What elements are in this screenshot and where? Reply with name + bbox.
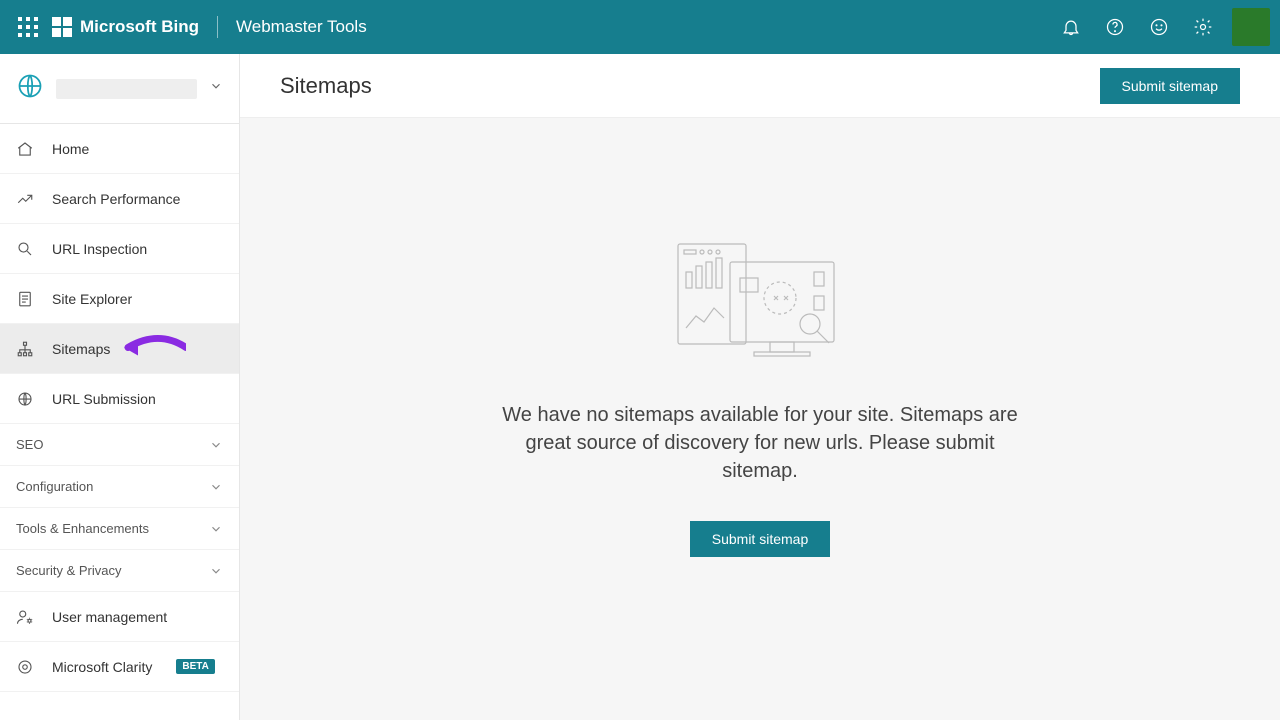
- site-name-redacted: [56, 79, 197, 99]
- user-gear-icon: [16, 608, 34, 626]
- sidebar: Home Search Performance URL Inspection S…: [0, 54, 240, 720]
- page-title: Sitemaps: [280, 73, 372, 99]
- chevron-down-icon: [209, 522, 223, 536]
- chevron-down-icon: [209, 79, 223, 98]
- avatar[interactable]: [1232, 8, 1270, 46]
- settings-icon[interactable]: [1184, 8, 1222, 46]
- sidebar-item-site-explorer[interactable]: Site Explorer: [0, 274, 239, 324]
- main-content: Sitemaps Submit sitemap: [240, 54, 1280, 720]
- sidebar-item-label: URL Submission: [52, 391, 156, 407]
- sidebar-item-label: Sitemaps: [52, 341, 110, 357]
- sidebar-section-label: Tools & Enhancements: [16, 521, 149, 536]
- sidebar-item-home[interactable]: Home: [0, 124, 239, 174]
- topbar: Microsoft Bing Webmaster Tools: [0, 0, 1280, 54]
- sidebar-section-label: SEO: [16, 437, 43, 452]
- brand-subtitle: Webmaster Tools: [236, 17, 367, 37]
- brand-link[interactable]: Microsoft Bing: [52, 17, 199, 37]
- sidebar-item-url-submission[interactable]: URL Submission: [0, 374, 239, 424]
- sidebar-item-label: Microsoft Clarity: [52, 659, 152, 675]
- globe-small-icon: [16, 390, 34, 408]
- page-header: Sitemaps Submit sitemap: [240, 54, 1280, 118]
- sidebar-section-security[interactable]: Security & Privacy: [0, 550, 239, 592]
- sidebar-item-clarity[interactable]: Microsoft Clarity BETA: [0, 642, 239, 692]
- chevron-down-icon: [209, 480, 223, 494]
- sidebar-item-url-inspection[interactable]: URL Inspection: [0, 224, 239, 274]
- notifications-icon[interactable]: [1052, 8, 1090, 46]
- chevron-down-icon: [209, 564, 223, 578]
- clarity-icon: [16, 658, 34, 676]
- sidebar-section-label: Configuration: [16, 479, 93, 494]
- help-icon[interactable]: [1096, 8, 1134, 46]
- home-icon: [16, 140, 34, 158]
- sidebar-item-search-performance[interactable]: Search Performance: [0, 174, 239, 224]
- sitemap-icon: [16, 340, 34, 358]
- search-icon: [16, 240, 34, 258]
- sidebar-item-sitemaps[interactable]: Sitemaps: [0, 324, 239, 374]
- sidebar-item-label: Site Explorer: [52, 291, 132, 307]
- sidebar-item-label: User management: [52, 609, 167, 625]
- topbar-right: [1052, 8, 1270, 46]
- site-selector[interactable]: [0, 54, 239, 124]
- document-icon: [16, 290, 34, 308]
- chevron-down-icon: [209, 438, 223, 452]
- brand-text: Microsoft Bing: [80, 17, 199, 37]
- sidebar-item-label: Home: [52, 141, 89, 157]
- sidebar-item-label: Search Performance: [52, 191, 180, 207]
- microsoft-logo-icon: [52, 17, 72, 37]
- sidebar-section-seo[interactable]: SEO: [0, 424, 239, 466]
- empty-state-message: We have no sitemaps available for your s…: [500, 401, 1020, 485]
- beta-badge: BETA: [176, 659, 214, 674]
- empty-state-submit-button[interactable]: Submit sitemap: [690, 521, 830, 557]
- sidebar-item-label: URL Inspection: [52, 241, 147, 257]
- app-launcher-icon[interactable]: [18, 17, 38, 37]
- sidebar-section-configuration[interactable]: Configuration: [0, 466, 239, 508]
- submit-sitemap-button[interactable]: Submit sitemap: [1100, 68, 1240, 104]
- annotation-arrow-icon: [108, 331, 186, 366]
- sidebar-section-label: Security & Privacy: [16, 563, 121, 578]
- divider: [217, 16, 218, 38]
- sidebar-item-user-management[interactable]: User management: [0, 592, 239, 642]
- feedback-icon[interactable]: [1140, 8, 1178, 46]
- trend-icon: [16, 190, 34, 208]
- empty-state-illustration-icon: [670, 238, 850, 373]
- empty-state: We have no sitemaps available for your s…: [240, 118, 1280, 720]
- sidebar-section-tools[interactable]: Tools & Enhancements: [0, 508, 239, 550]
- globe-icon: [16, 72, 44, 105]
